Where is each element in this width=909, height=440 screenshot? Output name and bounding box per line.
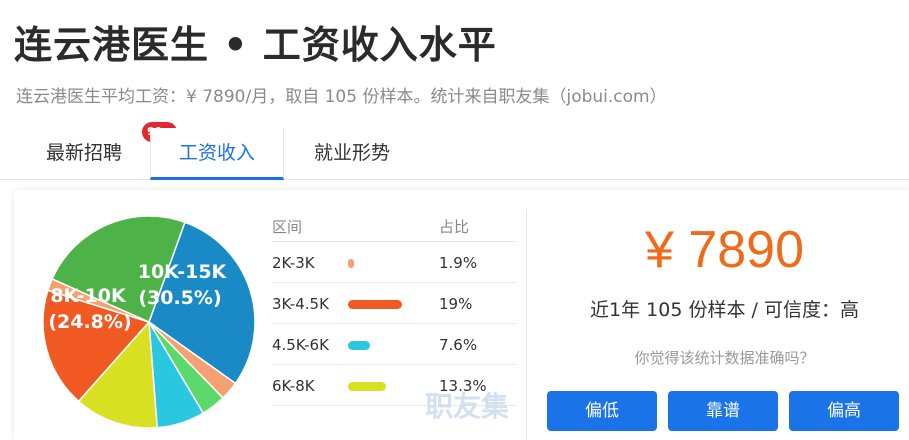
row-bar [348,259,354,268]
tab-label: 就业形势 [313,142,390,164]
tab-label: 工资收入 [178,142,255,164]
table-header: 区间 占比 [272,208,516,242]
vote-low-button[interactable]: 偏低 [547,391,657,431]
average-salary: ¥ 7890 [644,221,805,279]
tab-bar: 最新招聘 99+ 工资收入 就业形势 [0,122,909,180]
salary-summary: ¥ 7890 近1年 105 份样本 / 可信度：高 你觉得该统计数据准确吗？ … [540,190,909,440]
row-bar [348,300,402,309]
row-percent: 7.6% [439,336,478,354]
pie-label-8k-10k: 8K-10K [50,285,127,307]
row-range: 2K-3K [272,254,315,272]
pie-percent-10k-15k: (30.5%) [138,287,221,309]
tab-label: 最新招聘 [45,142,122,164]
row-percent: 19% [439,295,473,313]
watermark: 职友集 [425,390,510,423]
panel-divider [526,210,527,440]
accuracy-question: 你觉得该统计数据准确吗？ [634,349,815,367]
tab-latest-jobs[interactable]: 最新招聘 99+ [24,122,177,180]
header-range: 区间 [272,218,303,236]
row-range: 6K-8K [272,377,315,395]
salary-distribution-table: 区间 占比 2K-3K 1.9% 3K-4.5K 19% 4.5K-6K 7.6… [272,208,516,406]
header-percent: 占比 [439,218,470,236]
row-bar [348,382,386,391]
sample-info: 近1年 105 份样本 / 可信度：高 [590,299,859,321]
pie-label-10k-15k: 10K-15K [138,261,228,283]
tab-employment-trend[interactable]: 就业形势 [292,128,412,180]
table-row: 3K-4.5K 19% [272,283,516,324]
table-row: 2K-3K 1.9% [272,242,516,283]
page-title: 连云港医生 • 工资收入水平 [14,23,497,67]
page-subtitle: 连云港医生平均工资：¥ 7890/月，取自 105 份样本。统计来自职友集（jo… [16,87,667,107]
row-bar [348,341,370,350]
salary-pie-chart: 10K-15K (30.5%) 8K-10K (24.8%) [40,212,258,432]
pie-percent-8k-10k: (24.8%) [48,311,131,333]
row-percent: 1.9% [439,254,478,272]
row-range: 4.5K-6K [272,336,329,354]
pie-svg: 10K-15K (30.5%) 8K-10K (24.8%) [42,215,256,429]
table-row: 4.5K-6K 7.6% [272,324,516,365]
vote-high-button[interactable]: 偏高 [789,391,899,431]
vote-accurate-button[interactable]: 靠谱 [668,391,778,431]
tab-salary-income[interactable]: 工资收入 [150,128,284,180]
row-range: 3K-4.5K [272,295,329,313]
